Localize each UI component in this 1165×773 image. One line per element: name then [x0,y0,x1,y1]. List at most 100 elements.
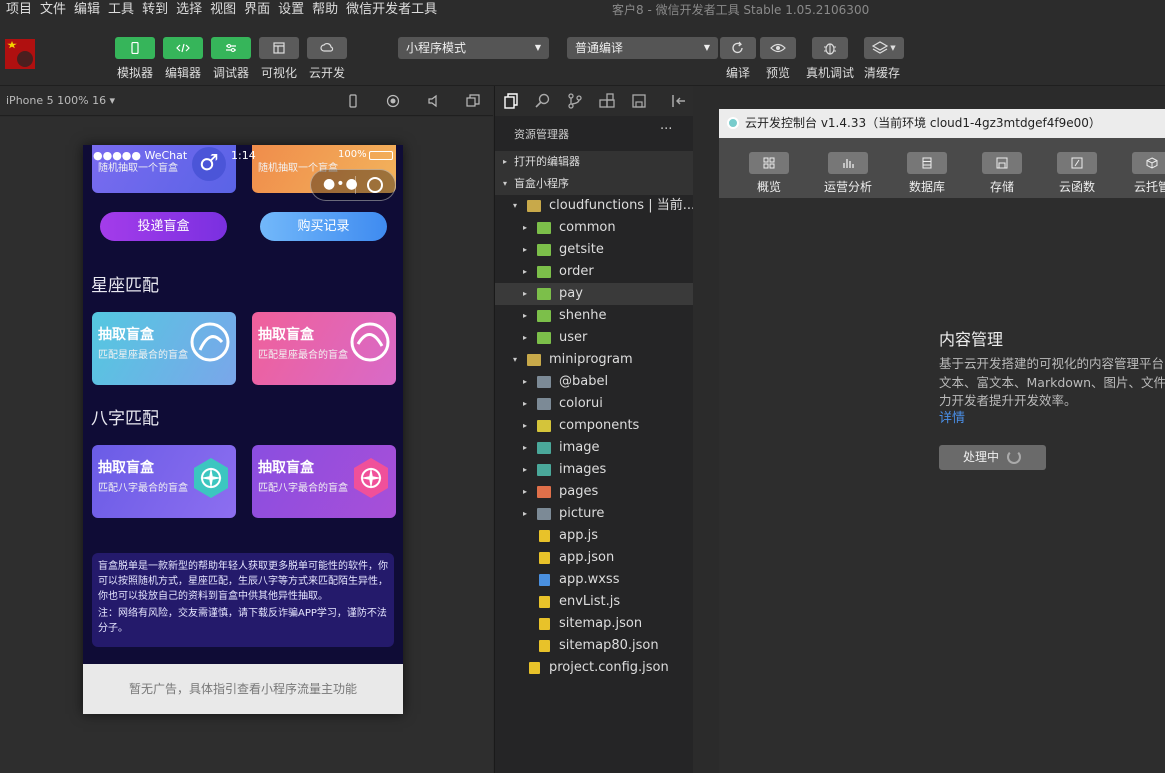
visual-button[interactable] [259,37,299,59]
warning-text: 注：网络有风险，交友需谨慎，请下载反诈骗APP学习，谨防不法分子。 [98,608,387,634]
menu-goto[interactable]: 转到 [142,0,168,20]
tree-item[interactable]: ▸ user [495,327,694,349]
debugger-button[interactable] [211,37,251,59]
menu-wechat-devtools[interactable]: 微信开发者工具 [346,0,437,20]
battery-icon [369,151,393,160]
chevron-down-icon: ▼ [703,43,710,52]
tree-item[interactable]: ▸ shenhe [495,305,694,327]
tree-item[interactable]: ▸ getsite [495,239,694,261]
tree-item[interactable]: app.wxss [495,569,694,591]
menu-file[interactable]: 文件 [40,0,66,20]
bazi-card-left[interactable]: 抽取盲盒 匹配八字最合的盲盒 [92,445,236,518]
tree-item[interactable]: app.js [495,525,694,547]
menu-bar: 项目 文件 编辑 工具 转到 选择 视图 界面 设置 帮助 微信开发者工具 客户8 - 微信开发者工… [0,0,1165,20]
tree-item[interactable]: ▾ miniprogram [495,349,694,371]
tree-item[interactable]: ▸ @babel [495,371,694,393]
card-title: 抽取盲盒 [98,460,154,476]
tree-item-label: common [559,220,616,235]
tree-item[interactable]: envList.js [495,591,694,613]
close-mini-icon[interactable] [367,177,383,193]
deliver-box-button[interactable]: 投递盲盒 [100,212,227,241]
git-branch-icon[interactable] [567,93,583,109]
clear-cache-button[interactable]: ▼ [864,37,904,59]
compass-icon [354,458,388,498]
tree-item[interactable]: ▸ pages [495,481,694,503]
open-editors-section[interactable]: ▸ 打开的编辑器 [495,151,694,173]
compile-select[interactable]: 普通编译 ▼ [567,37,718,59]
device-select[interactable]: iPhone 5 100% 16 ▾ [6,86,115,116]
tree-item[interactable]: ▸ order [495,261,694,283]
save-icon[interactable] [631,93,647,109]
cloud-console-title: 云开发控制台 v1.4.33（当前环境 cloud1-4gz3mtdgef4f9… [745,116,1101,130]
details-link[interactable]: 详情 [939,407,965,426]
tree-item[interactable]: ▸ picture [495,503,694,525]
tab-overview[interactable] [749,152,789,174]
menu-settings[interactable]: 设置 [278,0,304,20]
editor-button[interactable] [163,37,203,59]
collapse-panel-icon[interactable] [671,93,687,109]
menu-tools[interactable]: 工具 [108,0,134,20]
tab-analytics[interactable] [828,152,868,174]
more-icon[interactable]: ●•● [323,176,359,192]
volume-icon[interactable] [426,94,440,108]
tree-item[interactable]: ▸ images [495,459,694,481]
more-icon[interactable]: ··· [660,122,672,137]
windows-icon[interactable] [466,94,480,108]
files-icon[interactable] [503,93,519,109]
bazi-card-right[interactable]: 抽取盲盒 匹配八字最合的盲盒 [252,445,396,518]
menu-edit[interactable]: 编辑 [74,0,100,20]
menu-help[interactable]: 帮助 [312,0,338,20]
menu-interface[interactable]: 界面 [244,0,270,20]
simulator-area: 随机抽取一个盲盒 ♂ 随机抽取一个盲盒 ●●●●● WeChat 1:14 10… [0,117,493,773]
compile-button[interactable] [720,37,756,59]
extensions-icon[interactable] [599,93,615,109]
preview-button[interactable] [760,37,796,59]
tree-item[interactable]: app.json [495,547,694,569]
tree-item[interactable]: ▸ pay [495,283,694,305]
record-icon[interactable] [386,94,400,108]
mode-select-value: 小程序模式 [406,41,467,55]
grid-icon [763,157,775,169]
tab-storage[interactable] [982,152,1022,174]
explorer-title: 资源管理器 [514,128,569,141]
layout-icon [273,42,285,54]
tree-item[interactable]: ▸ common [495,217,694,239]
tree-item-label: pages [559,484,599,499]
tree-item[interactable]: project.config.json [495,657,694,679]
tree-item[interactable]: ▸ components [495,415,694,437]
constellation-card-left[interactable]: 抽取盲盒 匹配星座最合的盲盒 [92,312,236,385]
card-subtitle: 匹配八字最合的盲盒 [258,483,348,494]
tab-cloud-hosting[interactable] [1132,152,1165,174]
simulator-button[interactable] [115,37,155,59]
tree-item[interactable]: ▸ image [495,437,694,459]
menu-view[interactable]: 视图 [210,0,236,20]
capsule-menu[interactable]: ●•● [310,169,396,201]
chevron-down-icon: ▾ [503,179,508,188]
cloud-tabs: 概览 运营分析 数据库 存储 云函数 云托管 [719,138,1165,198]
tree-item[interactable]: sitemap.json [495,613,694,635]
mode-select[interactable]: 小程序模式 ▼ [398,37,549,59]
tree-item[interactable]: sitemap80.json [495,635,694,657]
tree-item-label: colorui [559,396,603,411]
menu-project[interactable]: 项目 [6,0,32,20]
processing-button[interactable]: 处理中 [939,445,1046,470]
constellation-card-right[interactable]: 抽取盲盒 匹配星座最合的盲盒 [252,312,396,385]
cm-description-line: 文本、富文本、Markdown、图片、文件 [939,375,1165,390]
tree-item-label: app.js [559,528,598,543]
real-debug-button[interactable] [812,37,848,59]
avatar[interactable] [5,39,35,69]
tab-overview-label: 概览 [756,180,781,194]
purchase-records-button[interactable]: 购买记录 [260,212,387,241]
tree-item[interactable]: ▸ colorui [495,393,694,415]
tree-item-label: components [559,418,640,433]
search-icon[interactable] [535,93,551,109]
section-title-constellation: 星座匹配 [91,276,159,296]
tab-database[interactable] [907,152,947,174]
tree-item-label: project.config.json [549,660,669,675]
tree-item[interactable]: ▾ cloudfunctions | 当前... [495,195,694,217]
project-section[interactable]: ▾ 盲盒小程序 [495,173,694,195]
cloud-dev-button[interactable] [307,37,347,59]
menu-select[interactable]: 选择 [176,0,202,20]
phone-icon[interactable] [346,94,360,108]
tab-cloud-functions[interactable] [1057,152,1097,174]
